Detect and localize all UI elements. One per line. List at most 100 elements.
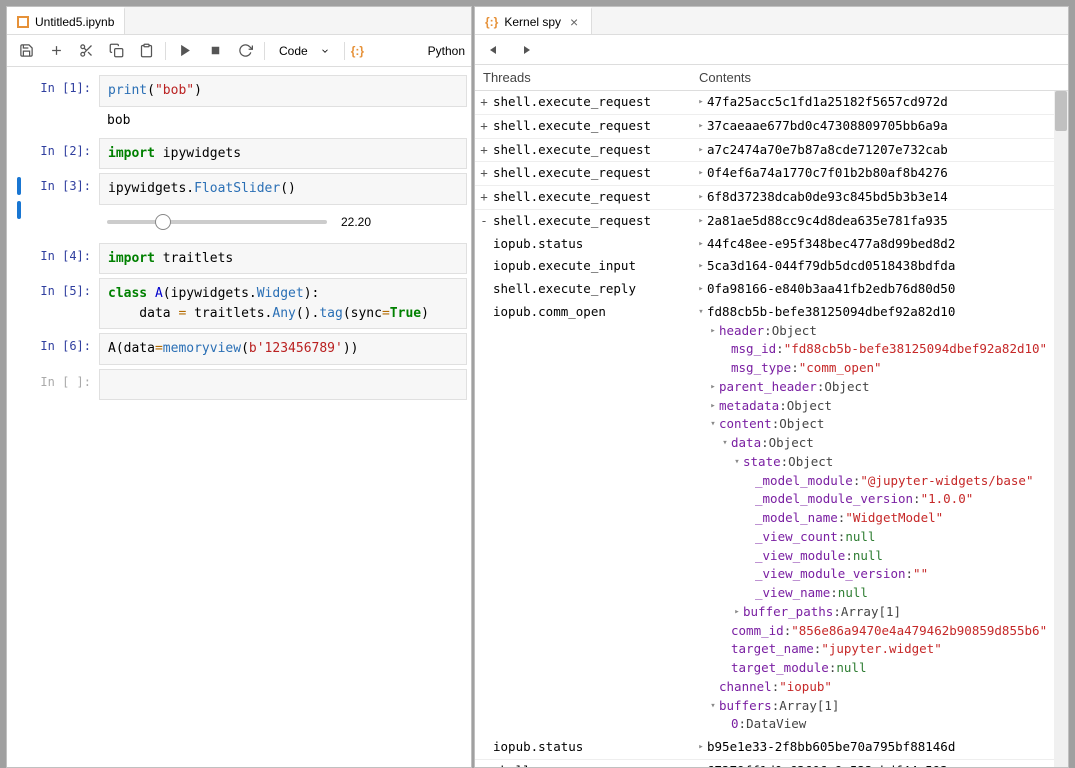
thread-contents: ▸0f4ef6a74a1770c7f01b2b80af8b4276 — [691, 162, 1068, 185]
scrollbar[interactable] — [1054, 91, 1068, 767]
thread-name: shell.execute_request — [493, 115, 691, 138]
expand-toggle[interactable]: + — [475, 115, 493, 138]
thread-contents: ▸37caeaae677bd0c47308809705bb6a9a — [691, 115, 1068, 138]
tree-caret[interactable]: ▸ — [695, 280, 707, 297]
spy-prev-button[interactable] — [481, 37, 507, 63]
tree-caret[interactable]: ▸ — [707, 378, 719, 395]
tree-caret[interactable] — [743, 509, 755, 512]
tree-caret[interactable] — [719, 622, 731, 625]
tree-caret[interactable]: ▸ — [695, 235, 707, 252]
tree-caret[interactable] — [719, 715, 731, 718]
sub-message-row[interactable]: shell.execute_reply▸0fa98166-e840b3aa41f… — [475, 278, 1068, 301]
sub-message-row[interactable]: iopub.status▸b95e1e33-2f8bb605be70a795bf… — [475, 736, 1068, 760]
cell-prompt: In [5]: — [25, 278, 99, 329]
expand-toggle[interactable]: + — [475, 186, 493, 209]
stop-button[interactable] — [202, 38, 228, 64]
notebook-cell[interactable]: In [3]:ipywidgets.FloatSlider()22.20 — [11, 173, 467, 239]
tree-caret[interactable]: ▸ — [695, 212, 707, 229]
code-input[interactable]: import traitlets — [99, 243, 467, 275]
notebook-cell[interactable]: In [6]:A(data=memoryview(b'123456789')) — [11, 333, 467, 365]
paste-button[interactable] — [133, 38, 159, 64]
save-button[interactable] — [13, 38, 39, 64]
tree-caret[interactable]: ▸ — [695, 117, 707, 134]
cut-button[interactable] — [73, 38, 99, 64]
tree-caret[interactable] — [743, 565, 755, 568]
spy-next-button[interactable] — [513, 37, 539, 63]
tree-caret[interactable] — [719, 359, 731, 362]
code-input[interactable]: ipywidgets.FloatSlider() — [99, 173, 467, 205]
tree-caret[interactable]: ▸ — [695, 188, 707, 205]
spy-body[interactable]: +shell.execute_request▸47fa25acc5c1fd1a2… — [475, 91, 1068, 767]
notebook-tab[interactable]: Untitled5.ipynb — [7, 7, 125, 34]
tree-caret[interactable]: ▸ — [695, 93, 707, 110]
tree-caret[interactable]: ▸ — [695, 257, 707, 274]
expand-toggle[interactable]: + — [475, 162, 493, 185]
tree-caret[interactable] — [743, 490, 755, 493]
cell-prompt: In [ ]: — [25, 369, 99, 401]
tree-caret[interactable]: ▾ — [695, 303, 707, 320]
run-button[interactable] — [172, 38, 198, 64]
slider-thumb[interactable] — [155, 214, 171, 230]
expand-toggle[interactable]: + — [475, 139, 493, 162]
cell-prompt: In [2]: — [25, 138, 99, 170]
tree-caret[interactable] — [743, 584, 755, 587]
thread-row[interactable]: +shell.comm_msg▸67279ff1d0e63606e9c522eb… — [475, 760, 1068, 767]
tree-caret[interactable]: ▸ — [731, 603, 743, 620]
code-input[interactable]: import ipywidgets — [99, 138, 467, 170]
cell-prompt: In [1]: — [25, 75, 99, 134]
tree-caret[interactable] — [719, 640, 731, 643]
comm-open-row[interactable]: iopub.comm_open▾fd88cb5b-befe38125094dbe… — [475, 301, 1068, 736]
tree-caret[interactable]: ▸ — [707, 397, 719, 414]
close-icon[interactable]: × — [567, 15, 581, 29]
scrollbar-thumb[interactable] — [1055, 91, 1067, 131]
tree-caret[interactable]: ▸ — [707, 322, 719, 339]
restart-button[interactable] — [232, 38, 258, 64]
thread-row[interactable]: +shell.execute_request▸6f8d37238dcab0de9… — [475, 186, 1068, 210]
code-input[interactable]: class A(ipywidgets.Widget): data = trait… — [99, 278, 467, 329]
spy-tab-bar: {:} Kernel spy × — [475, 7, 1068, 35]
notebook-body[interactable]: In [1]:print("bob")bob In [2]:import ipyw… — [7, 67, 471, 767]
sub-message-row[interactable]: iopub.execute_input▸5ca3d164-044f79db5dc… — [475, 255, 1068, 278]
notebook-cell[interactable]: In [4]:import traitlets — [11, 243, 467, 275]
notebook-cell[interactable]: In [1]:print("bob")bob — [11, 75, 467, 134]
code-input[interactable]: print("bob") — [99, 75, 467, 107]
notebook-cell[interactable]: In [ ]: — [11, 369, 467, 401]
thread-row[interactable]: +shell.execute_request▸0f4ef6a74a1770c7f… — [475, 162, 1068, 186]
kernel-spy-icon[interactable]: {:} — [351, 44, 364, 58]
thread-row[interactable]: +shell.execute_request▸47fa25acc5c1fd1a2… — [475, 91, 1068, 115]
thread-name: shell.comm_msg — [493, 760, 691, 767]
thread-row[interactable]: +shell.execute_request▸37caeaae677bd0c47… — [475, 115, 1068, 139]
tree-caret[interactable]: ▸ — [695, 164, 707, 181]
thread-row[interactable]: -shell.execute_request▸2a81ae5d88cc9c4d8… — [475, 210, 1068, 233]
add-cell-button[interactable] — [43, 38, 69, 64]
tree-caret[interactable] — [743, 472, 755, 475]
tree-caret[interactable]: ▸ — [695, 141, 707, 158]
thread-contents: ▸47fa25acc5c1fd1a25182f5657cd972d — [691, 91, 1068, 114]
tree-caret[interactable] — [743, 547, 755, 550]
tree-caret[interactable]: ▾ — [731, 453, 743, 470]
tree-caret[interactable] — [707, 678, 719, 681]
float-slider-widget[interactable]: 22.20 — [99, 205, 467, 239]
tree-caret[interactable]: ▾ — [707, 415, 719, 432]
sub-message-row[interactable]: iopub.status▸44fc48ee-e95f348bec477a8d99… — [475, 233, 1068, 256]
expand-toggle[interactable]: + — [475, 760, 493, 767]
tree-caret[interactable]: ▾ — [719, 434, 731, 451]
cell-type-dropdown[interactable]: Code — [271, 39, 338, 63]
notebook-tab-bar: Untitled5.ipynb — [7, 7, 471, 35]
code-input[interactable]: A(data=memoryview(b'123456789')) — [99, 333, 467, 365]
notebook-cell[interactable]: In [2]:import ipywidgets — [11, 138, 467, 170]
expand-toggle[interactable]: - — [475, 210, 493, 233]
tree-caret[interactable]: ▸ — [695, 762, 707, 767]
tree-caret[interactable] — [719, 659, 731, 662]
expand-toggle[interactable]: + — [475, 91, 493, 114]
code-input[interactable] — [99, 369, 467, 401]
tree-caret[interactable]: ▾ — [707, 697, 719, 714]
tree-caret[interactable] — [743, 528, 755, 531]
spy-tab[interactable]: {:} Kernel spy × — [475, 7, 592, 34]
notebook-cell[interactable]: In [5]:class A(ipywidgets.Widget): data … — [11, 278, 467, 329]
copy-button[interactable] — [103, 38, 129, 64]
tree-caret[interactable]: ▸ — [695, 738, 707, 755]
thread-name: shell.execute_request — [493, 139, 691, 162]
thread-row[interactable]: +shell.execute_request▸a7c2474a70e7b87a8… — [475, 139, 1068, 163]
tree-caret[interactable] — [719, 340, 731, 343]
